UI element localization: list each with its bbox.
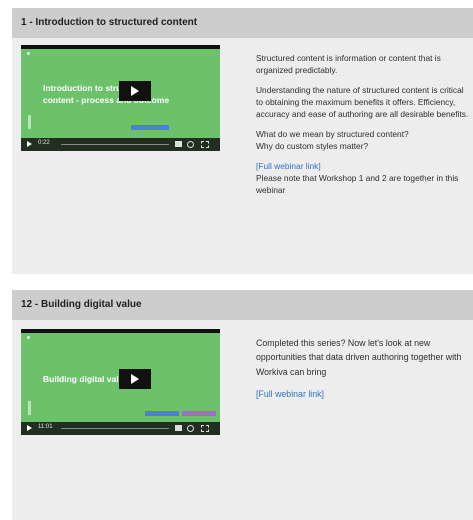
play-button[interactable] [119,81,151,101]
description-paragraph: Structured content is information or con… [256,53,441,76]
question-line: What do we mean by structured content? [256,129,409,140]
slide-badge [182,411,216,416]
brand-dot-icon [27,52,30,55]
brand-dot-icon [27,336,30,339]
webinar-title: 1 - Introduction to structured content [12,8,473,38]
play-icon[interactable] [27,141,32,147]
webinar-note: Please note that Workshop 1 and 2 are to… [256,173,459,196]
volume-icon[interactable] [175,425,182,431]
full-webinar-link[interactable]: [Full webinar link] [256,161,321,171]
brand-logo-icon [28,115,31,129]
video-controls: 0:22 [21,138,220,151]
play-button[interactable] [119,369,151,389]
progress-track[interactable] [61,144,169,145]
fullscreen-icon[interactable] [201,425,209,432]
full-webinar-link[interactable]: [Full webinar link] [256,389,324,399]
webinar-description: Structured content is information or con… [256,52,470,197]
question-line: Why do custom styles matter? [256,141,369,152]
slide-badge [131,125,169,130]
webinar-description: Completed this series? Now let's look at… [256,336,470,401]
settings-icon[interactable] [187,425,194,432]
brand-logo-icon [28,401,31,415]
video-player[interactable]: Building digital value 11:01 [21,329,220,435]
volume-icon[interactable] [175,141,182,147]
video-slide-title: Building digital value [43,374,129,384]
video-top-bar [21,45,220,49]
webinar-title: 12 - Building digital value [12,290,473,320]
play-icon[interactable] [27,425,32,431]
description-paragraph: Understanding the nature of structured c… [256,84,469,120]
video-controls: 11:01 [21,422,220,435]
webinar-card-12: 12 - Building digital value Building dig… [12,290,473,520]
webinar-card-1: 1 - Introduction to structured content I… [12,8,473,274]
progress-track[interactable] [61,428,169,429]
fullscreen-icon[interactable] [201,141,209,148]
video-top-bar [21,329,220,333]
questions: What do we mean by structured content? W… [256,128,470,152]
slide-badge [145,411,179,416]
description-paragraph: Completed this series? Now let's look at… [256,338,462,377]
video-time: 11:01 [38,424,53,430]
video-time: 0:22 [38,140,50,146]
video-player[interactable]: Introduction to structured content - pro… [21,45,220,151]
settings-icon[interactable] [187,141,194,148]
